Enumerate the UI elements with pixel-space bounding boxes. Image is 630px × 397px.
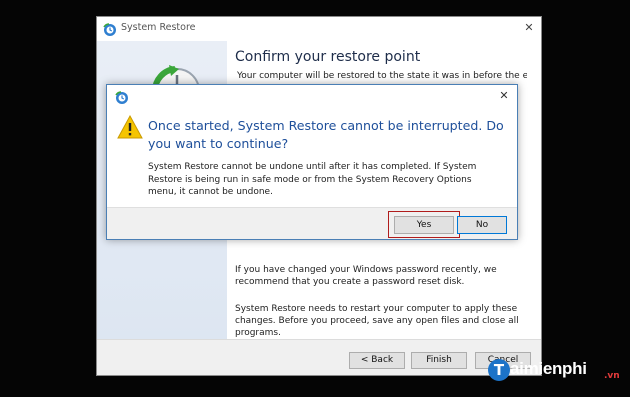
dialog-footer: Yes No: [107, 207, 517, 239]
watermark-tld: .vn: [604, 371, 620, 381]
warning-icon: [117, 114, 143, 139]
password-note: If you have changed your Windows passwor…: [235, 265, 497, 287]
system-restore-icon: [115, 90, 129, 104]
dialog-heading: Once started, System Restore cannot be i…: [148, 118, 504, 151]
finish-button[interactable]: Finish: [411, 352, 467, 369]
no-button[interactable]: No: [457, 216, 507, 234]
back-button[interactable]: < Back: [349, 352, 405, 369]
confirmation-dialog: ✕ Once started, System Restore cannot be…: [106, 84, 518, 240]
system-restore-icon: [103, 22, 117, 36]
restart-note: System Restore needs to restart your com…: [235, 304, 519, 338]
watermark-letter: T: [488, 359, 510, 381]
watermark-text: aimienphi: [510, 359, 587, 378]
title-bar: System Restore ✕: [97, 17, 541, 41]
wizard-footer: < Back Finish Cancel: [97, 339, 541, 375]
close-icon[interactable]: ✕: [521, 20, 537, 36]
page-title: Confirm your restore point: [235, 49, 421, 65]
close-icon[interactable]: ✕: [496, 88, 512, 104]
window-title: System Restore: [121, 22, 196, 33]
watermark-logo: T aimienphi .vn: [488, 356, 628, 390]
intro-text: Your computer will be restored to the st…: [237, 71, 527, 81]
yes-button[interactable]: Yes: [394, 216, 454, 234]
dialog-body-text: System Restore cannot be undone until af…: [148, 162, 477, 197]
